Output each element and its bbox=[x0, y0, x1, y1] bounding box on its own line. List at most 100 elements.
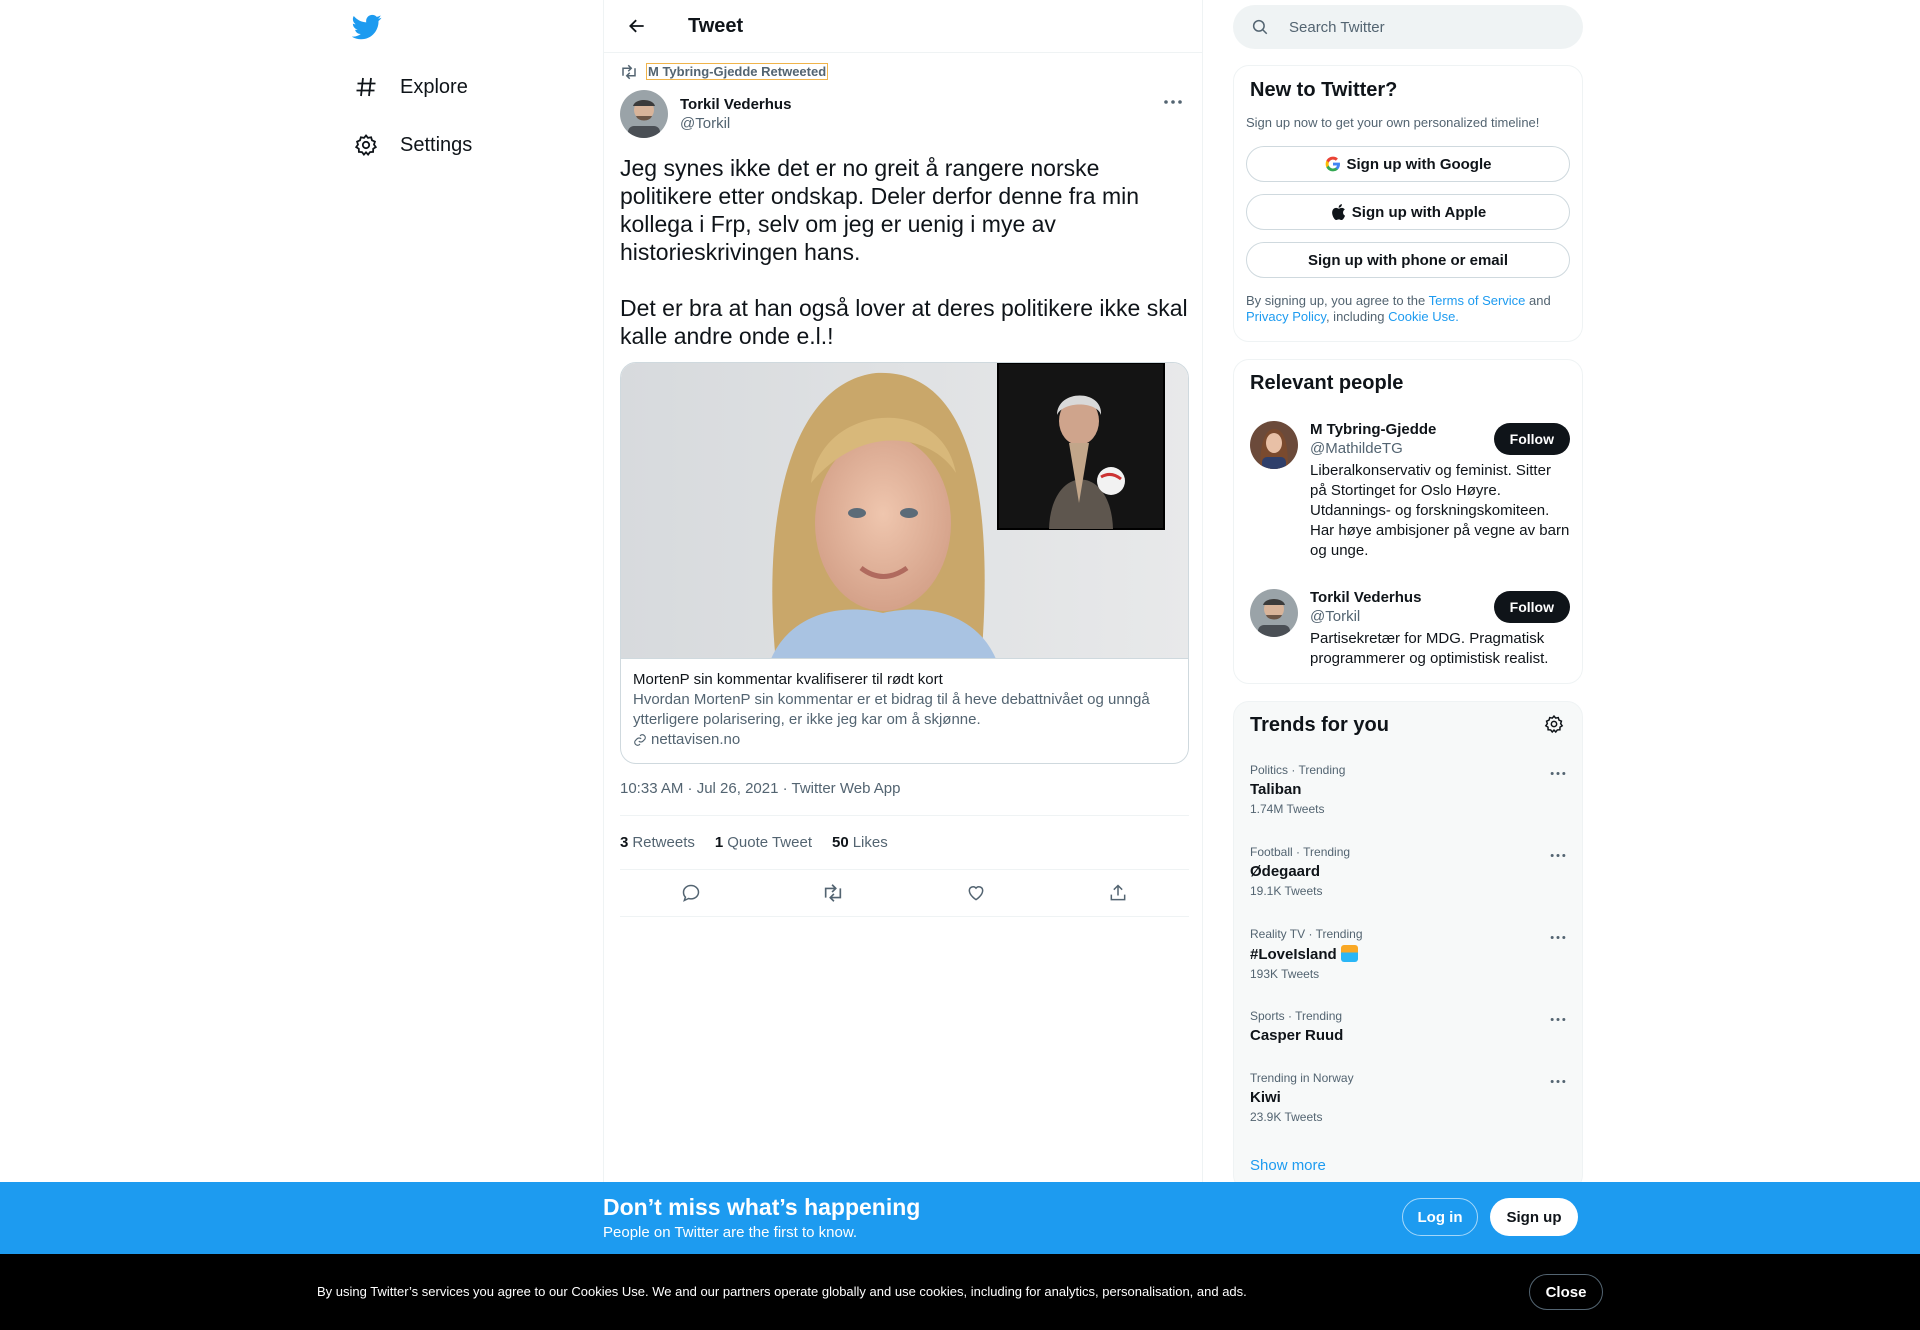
trend-count: 23.9K Tweets bbox=[1250, 1110, 1323, 1124]
link-card[interactable]: MortenP sin kommentar kvalifiserer til r… bbox=[620, 362, 1189, 764]
person-bio: Partisekretær for MDG. Pragmatisk progra… bbox=[1310, 630, 1549, 667]
nav-item-settings[interactable]: Settings bbox=[352, 125, 472, 165]
link-icon bbox=[634, 733, 646, 746]
trends-title: Trends for you bbox=[1250, 714, 1389, 736]
tweet-author[interactable]: Torkil Vederhus @Torkil bbox=[620, 90, 791, 138]
likes-stat[interactable]: 50 Likes bbox=[832, 834, 888, 851]
back-button[interactable] bbox=[620, 9, 654, 43]
more-dots-icon bbox=[1550, 853, 1566, 857]
signup-apple-button[interactable]: Sign up with Apple bbox=[1246, 194, 1570, 230]
share-icon bbox=[1110, 884, 1126, 901]
more-dots-icon bbox=[1550, 771, 1566, 775]
search-input[interactable] bbox=[1289, 18, 1559, 36]
nav-item-label: Explore bbox=[400, 75, 468, 98]
trend-count: 19.1K Tweets bbox=[1250, 884, 1323, 898]
trend-name: Taliban bbox=[1250, 781, 1302, 798]
island-emoji-icon bbox=[1340, 945, 1358, 962]
avatar[interactable] bbox=[620, 90, 668, 138]
login-button[interactable]: Log in bbox=[1402, 1198, 1478, 1236]
retweets-stat[interactable]: 3 Retweets bbox=[620, 834, 695, 851]
trend-item[interactable]: Trending in Norway Kiwi 23.9K Tweets bbox=[1250, 1071, 1570, 1124]
nav-item-label: Settings bbox=[400, 133, 473, 156]
trend-name: Kiwi bbox=[1250, 1089, 1281, 1106]
trend-category: Politics · Trending bbox=[1250, 763, 1346, 777]
privacy-link[interactable]: Privacy Policy bbox=[1246, 309, 1326, 324]
person-bio: Liberalkonservativ og feminist. Sitter p… bbox=[1310, 462, 1570, 559]
signup-subtitle: Sign up now to get your own personalized… bbox=[1246, 115, 1540, 130]
avatar[interactable] bbox=[1250, 589, 1298, 637]
hashtag-icon bbox=[352, 73, 380, 101]
gear-icon bbox=[352, 131, 380, 159]
cookie-close-button[interactable]: Close bbox=[1529, 1274, 1603, 1310]
heart-icon bbox=[968, 886, 984, 901]
trend-more-button[interactable] bbox=[1546, 1009, 1570, 1029]
reply-icon bbox=[682, 884, 700, 902]
trends-panel: Trends for you Politics · Trending Talib… bbox=[1233, 701, 1583, 1191]
quote-tweets-stat[interactable]: 1 Quote Tweet bbox=[715, 834, 812, 851]
main-header: Tweet bbox=[604, 0, 1202, 53]
trend-name: Ødegaard bbox=[1250, 863, 1321, 880]
trend-name: Casper Ruud bbox=[1250, 1027, 1344, 1044]
cookie-bar: By using Twitter’s services you agree to… bbox=[0, 1254, 1920, 1330]
follow-button[interactable]: Follow bbox=[1493, 591, 1570, 623]
trend-more-button[interactable] bbox=[1546, 927, 1570, 947]
author-name: Torkil Vederhus bbox=[680, 96, 792, 113]
trends-settings-button[interactable] bbox=[1544, 714, 1566, 736]
trend-item[interactable]: Politics · Trending Taliban 1.74M Tweets bbox=[1250, 763, 1570, 816]
trend-category: Sports · Trending bbox=[1250, 1009, 1343, 1023]
retweet-button[interactable] bbox=[815, 875, 851, 911]
arrow-left-icon bbox=[629, 19, 644, 33]
tweet-timestamp[interactable]: 10:33 AM · Jul 26, 2021 · Twitter Web Ap… bbox=[620, 780, 900, 797]
signup-button[interactable]: Sign up bbox=[1490, 1198, 1578, 1236]
trend-item[interactable]: Reality TV · Trending #LoveIsland 193K T… bbox=[1250, 927, 1570, 981]
trend-category: Trending in Norway bbox=[1250, 1071, 1354, 1085]
signup-google-button[interactable]: Sign up with Google bbox=[1246, 146, 1570, 182]
banner-subtitle: People on Twitter are the first to know. bbox=[603, 1224, 858, 1241]
signup-legal-text: By signing up, you agree to the Terms of… bbox=[1246, 293, 1551, 324]
trend-more-button[interactable] bbox=[1546, 1071, 1570, 1091]
more-dots-icon bbox=[1550, 1079, 1566, 1083]
trend-item[interactable]: Sports · Trending Casper Ruud bbox=[1250, 1009, 1570, 1044]
signup-phone-email-button[interactable]: Sign up with phone or email bbox=[1246, 242, 1570, 278]
card-title: MortenP sin kommentar kvalifiserer til r… bbox=[633, 671, 943, 688]
more-dots-icon bbox=[1550, 1017, 1566, 1021]
relevant-people-panel: Relevant people M Tybring-Gjedde @Mathil… bbox=[1233, 359, 1583, 684]
card-image bbox=[621, 363, 1188, 659]
nav-item-explore[interactable]: Explore bbox=[352, 67, 468, 107]
trend-item[interactable]: Football · Trending Ødegaard 19.1K Tweet… bbox=[1250, 845, 1570, 898]
terms-link[interactable]: Terms of Service bbox=[1429, 293, 1526, 308]
more-dots-icon bbox=[1164, 100, 1182, 104]
trend-more-button[interactable] bbox=[1546, 763, 1570, 783]
card-domain: nettavisen.no bbox=[651, 731, 741, 748]
author-handle: @Torkil bbox=[680, 115, 731, 132]
retweet-icon bbox=[825, 884, 842, 902]
retweeted-by-link[interactable]: M Tybring-Gjedde Retweeted bbox=[646, 63, 829, 80]
cookie-text: By using Twitter’s services you agree to… bbox=[317, 1284, 1247, 1299]
share-button[interactable] bbox=[1100, 875, 1136, 911]
reply-button[interactable] bbox=[673, 875, 709, 911]
twitter-bird-icon[interactable] bbox=[351, 12, 384, 44]
trend-category: Football · Trending bbox=[1250, 845, 1351, 859]
follow-button[interactable]: Follow bbox=[1493, 423, 1570, 455]
google-icon bbox=[1325, 156, 1341, 172]
relevant-people-title: Relevant people bbox=[1250, 372, 1404, 394]
tweet-stats: 3 Retweets 1 Quote Tweet 50 Likes bbox=[620, 815, 1189, 870]
search-box[interactable] bbox=[1233, 5, 1583, 49]
retweet-icon bbox=[622, 64, 636, 79]
more-dots-icon bbox=[1550, 935, 1566, 939]
apple-icon bbox=[1330, 203, 1346, 221]
signup-title: New to Twitter? bbox=[1250, 79, 1398, 101]
trend-category: Reality TV · Trending bbox=[1250, 927, 1363, 941]
show-more-link[interactable]: Show more bbox=[1250, 1157, 1326, 1174]
signup-panel: New to Twitter? Sign up now to get your … bbox=[1233, 65, 1583, 342]
avatar[interactable] bbox=[1250, 421, 1298, 469]
banner-title: Don’t miss what’s happening bbox=[603, 1194, 921, 1220]
cookie-use-link[interactable]: Cookie Use. bbox=[1388, 309, 1459, 324]
trend-more-button[interactable] bbox=[1546, 845, 1570, 865]
tweet-text: Jeg synes ikke det er no greit å rangere… bbox=[620, 155, 1188, 349]
signup-banner: Don’t miss what’s happening People on Tw… bbox=[0, 1182, 1920, 1254]
main-column: Tweet M Tybring-Gjedde Retweeted Torkil … bbox=[603, 0, 1203, 1330]
tweet-more-button[interactable] bbox=[1158, 92, 1188, 112]
page-title: Tweet bbox=[688, 14, 744, 37]
like-button[interactable] bbox=[958, 875, 994, 911]
